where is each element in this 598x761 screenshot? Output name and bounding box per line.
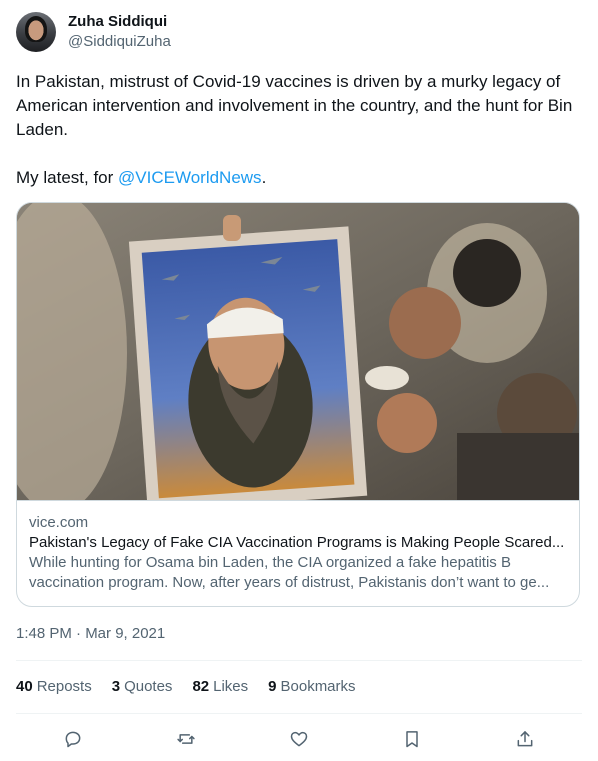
bookmarks-count: 9 bbox=[268, 678, 277, 695]
quotes-stat[interactable]: 3 Quotes bbox=[112, 677, 173, 697]
card-description-line2: vaccination program. Now, after years of… bbox=[29, 574, 550, 591]
engagement-stats: 40 Reposts 3 Quotes 82 Likes 9 Bookmarks bbox=[16, 677, 376, 697]
tweet-timestamp[interactable]: 1:48 PM · Mar 9, 2021 bbox=[16, 624, 165, 644]
repost-icon bbox=[177, 734, 195, 744]
card-title[interactable]: Pakistan's Legacy of Fake CIA Vaccinatio… bbox=[29, 533, 567, 553]
photo-of-crowd-holding-poster-icon bbox=[17, 203, 579, 500]
author-display-name[interactable]: Zuha Siddiqui bbox=[68, 12, 171, 32]
like-icon bbox=[290, 731, 308, 747]
quotes-label: Quotes bbox=[124, 678, 173, 695]
card-description: While hunting for Osama bin Laden, the C… bbox=[29, 553, 567, 593]
reply-icon bbox=[65, 731, 81, 748]
likes-label: Likes bbox=[213, 678, 249, 695]
quotes-count: 3 bbox=[111, 678, 121, 695]
divider bbox=[16, 713, 582, 714]
share-button[interactable] bbox=[508, 724, 542, 754]
tweet-text-lead: My latest, for bbox=[16, 168, 119, 187]
bookmark-button[interactable] bbox=[395, 724, 429, 754]
link-card[interactable]: vice.com Pakistan's Legacy of Fake CIA V… bbox=[16, 202, 580, 607]
bookmarks-label: Bookmarks bbox=[280, 678, 356, 695]
tweet-header: Zuha Siddiqui @SiddiquiZuha bbox=[16, 12, 171, 52]
tweet-text-trail: . bbox=[261, 168, 267, 187]
likes-count: 82 bbox=[192, 678, 210, 695]
tweet-text-main: In Pakistan, mistrust of Covid-19 vaccin… bbox=[16, 72, 573, 139]
card-description-line1: While hunting for Osama bin Laden, the C… bbox=[29, 554, 511, 571]
bookmark-icon bbox=[406, 731, 418, 748]
author-names: Zuha Siddiqui @SiddiquiZuha bbox=[68, 12, 171, 52]
reposts-stat[interactable]: 40 Reposts bbox=[16, 677, 92, 697]
repost-button[interactable] bbox=[169, 724, 203, 754]
action-bar bbox=[16, 724, 582, 754]
bookmarks-stat[interactable]: 9 Bookmarks bbox=[268, 677, 355, 697]
mention-link[interactable]: @VICEWorldNews bbox=[118, 168, 262, 187]
reposts-count: 40 bbox=[16, 678, 33, 695]
divider bbox=[16, 660, 582, 661]
likes-stat[interactable]: 82 Likes bbox=[192, 677, 248, 697]
author-handle[interactable]: @SiddiquiZuha bbox=[68, 32, 171, 52]
avatar[interactable] bbox=[16, 12, 56, 52]
reposts-label: Reposts bbox=[36, 678, 92, 695]
like-button[interactable] bbox=[282, 724, 316, 754]
card-domain: vice.com bbox=[29, 514, 89, 531]
tweet-text: In Pakistan, mistrust of Covid-19 vaccin… bbox=[16, 70, 582, 190]
tweet-text-latest: My latest, for @VICEWorldNews. bbox=[16, 166, 582, 190]
card-image[interactable] bbox=[17, 203, 579, 500]
card-meta: vice.com Pakistan's Legacy of Fake CIA V… bbox=[17, 500, 579, 593]
share-icon bbox=[517, 731, 533, 747]
reply-button[interactable] bbox=[56, 724, 90, 754]
